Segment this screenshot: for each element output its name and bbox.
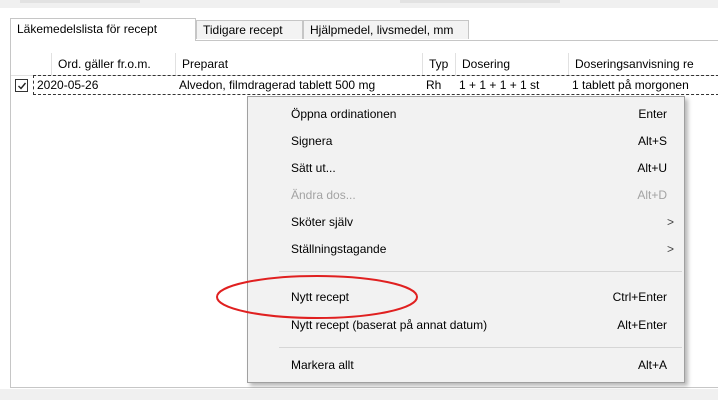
chevron-right-icon: > (666, 242, 674, 256)
cell-date: 2020-05-26 (37, 78, 99, 92)
menu-item-markera-allt[interactable]: Markera allt Alt+A (248, 352, 684, 378)
menu-separator (279, 347, 682, 348)
menu-item-shortcut: Alt+D (637, 188, 667, 202)
menu-item-label: Nytt recept (baserat på annat datum) (291, 318, 488, 332)
top-toolbar-strip (0, 0, 718, 8)
column-header-typ[interactable]: Typ (422, 53, 455, 75)
menu-item-shortcut: Enter (638, 107, 667, 121)
menu-item-shortcut: Alt+U (637, 161, 667, 175)
menu-item-label: Nytt recept (291, 290, 350, 304)
menu-item-skoter-sjalv[interactable]: Sköter själv > (248, 209, 684, 235)
menu-item-nytt-recept-annat-datum[interactable]: Nytt recept (baserat på annat datum) Alt… (248, 312, 684, 338)
toolbar-edge (400, 0, 560, 3)
menu-item-stallningstagande[interactable]: Ställningstagande > (248, 236, 684, 262)
column-header-dosering[interactable]: Dosering (455, 53, 568, 75)
cell-typ: Rh (426, 78, 442, 92)
column-header-doseringsanvisning[interactable]: Doseringsanvisning re (568, 53, 718, 75)
tab-tidigare-recept[interactable]: Tidigare recept (196, 20, 303, 39)
table-row[interactable]: 2020-05-26 Alvedon, filmdragerad tablett… (11, 76, 718, 95)
tab-lakemedelslista[interactable]: Läkemedelslista för recept (10, 18, 196, 41)
toolbar-edge (20, 0, 140, 3)
cell-dosering: 1 + 1 + 1 + 1 st (459, 78, 540, 92)
menu-item-satt-ut[interactable]: Sätt ut... Alt+U (248, 155, 684, 181)
cell-doseringsanvisning: 1 tablett på morgonen (572, 78, 689, 92)
menu-item-shortcut: Alt+A (637, 358, 667, 372)
menu-item-label: Ändra dos... (291, 188, 356, 202)
menu-item-shortcut: Alt+Enter (617, 318, 667, 332)
menu-item-label: Sköter själv (291, 215, 354, 229)
context-menu: Öppna ordinationen Enter Signera Alt+S S… (247, 96, 685, 383)
menu-item-label: Markera allt (291, 358, 354, 372)
cell-preparat: Alvedon, filmdragerad tablett 500 mg (179, 78, 376, 92)
menu-item-label: Ställningstagande (291, 242, 387, 256)
column-header-checkbox[interactable] (11, 53, 51, 75)
tab-hjalpmedel[interactable]: Hjälpmedel, livsmedel, mm (303, 20, 469, 39)
menu-item-andra-dos[interactable]: Ändra dos... Alt+D (248, 182, 684, 208)
bottom-strip (0, 389, 718, 400)
menu-separator (279, 271, 682, 272)
menu-item-label: Öppna ordinationen (291, 107, 397, 121)
column-header-date[interactable]: Ord. gäller fr.o.m. (51, 53, 175, 75)
menu-item-signera[interactable]: Signera Alt+S (248, 128, 684, 154)
menu-item-nytt-recept[interactable]: Nytt recept Ctrl+Enter (248, 284, 684, 310)
menu-item-label: Sätt ut... (291, 161, 336, 175)
menu-item-shortcut: Alt+S (637, 134, 667, 148)
menu-item-oppna-ordinationen[interactable]: Öppna ordinationen Enter (248, 101, 684, 127)
chevron-right-icon: > (666, 215, 674, 229)
table-header: Ord. gäller fr.o.m. Preparat Typ Doserin… (11, 53, 718, 76)
menu-item-shortcut: Ctrl+Enter (612, 290, 667, 304)
menu-item-label: Signera (291, 134, 333, 148)
column-header-preparat[interactable]: Preparat (175, 53, 422, 75)
